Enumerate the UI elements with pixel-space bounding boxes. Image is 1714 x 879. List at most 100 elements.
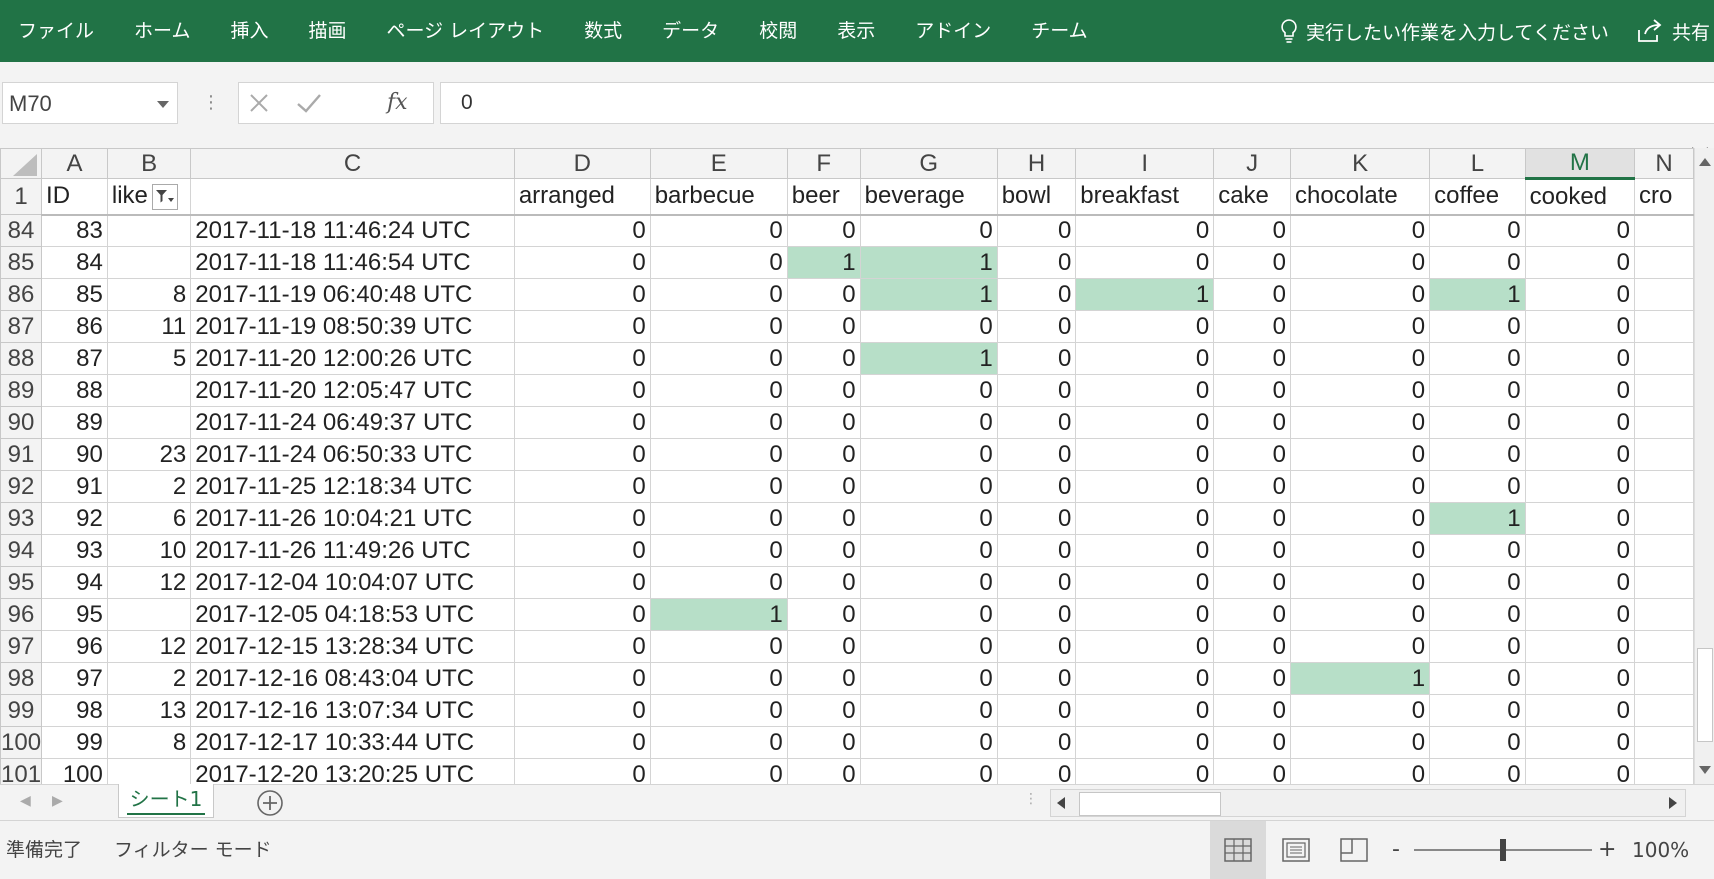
formula-bar-grip-icon[interactable]: ⋮	[202, 88, 220, 118]
column-header-k[interactable]: K	[1290, 148, 1431, 179]
cell[interactable]: cro	[1634, 178, 1694, 216]
horizontal-scrollbar[interactable]	[1050, 789, 1686, 817]
cell[interactable]: 0	[513, 470, 651, 503]
cell[interactable]: 0	[513, 278, 651, 311]
cell[interactable]: 0	[649, 470, 788, 503]
page-break-view-icon[interactable]	[1326, 821, 1382, 879]
cell[interactable]	[1634, 246, 1694, 279]
cell[interactable]: 1	[1075, 278, 1215, 311]
cell[interactable]: cake	[1213, 178, 1292, 216]
share-button[interactable]: 共有	[1636, 0, 1710, 62]
cell[interactable]: 0	[859, 438, 998, 471]
cell[interactable]: 0	[859, 662, 998, 695]
column-header-h[interactable]: H	[996, 148, 1077, 179]
cell[interactable]: arranged	[513, 178, 651, 216]
cell[interactable]: 0	[1524, 278, 1636, 311]
cell[interactable]: 0	[786, 758, 861, 784]
cell[interactable]: 11	[106, 310, 192, 343]
cell[interactable]: 0	[1213, 342, 1292, 375]
column-header-i[interactable]: I	[1075, 148, 1215, 179]
cell[interactable]: 0	[1290, 438, 1431, 471]
cell[interactable]: 0	[513, 758, 651, 784]
cell[interactable]: 2017-11-19 06:40:48 UTC	[190, 278, 515, 311]
cell[interactable]: 10	[106, 534, 192, 567]
cell[interactable]: 0	[1524, 406, 1636, 439]
row-header[interactable]: 95	[0, 566, 43, 599]
cell[interactable]: 0	[1429, 246, 1526, 279]
cell[interactable]: 0	[1290, 758, 1431, 784]
column-header-f[interactable]: F	[786, 148, 861, 179]
cell[interactable]: 0	[513, 662, 651, 695]
cell[interactable]	[1634, 374, 1694, 407]
cell[interactable]: 0	[786, 534, 861, 567]
cell[interactable]: 1	[859, 246, 998, 279]
cell[interactable]: 0	[1213, 438, 1292, 471]
cell[interactable]: 0	[1075, 566, 1215, 599]
cell[interactable]: 0	[1075, 310, 1215, 343]
row-header[interactable]: 86	[0, 278, 43, 311]
cell[interactable]: 5	[106, 342, 192, 375]
cell[interactable]: 0	[1290, 598, 1431, 631]
cell[interactable]: 0	[513, 598, 651, 631]
cell[interactable]	[1634, 310, 1694, 343]
cell[interactable]	[1634, 630, 1694, 663]
cell[interactable]: 0	[996, 566, 1077, 599]
next-sheet-icon[interactable]: ▶	[52, 793, 63, 809]
cell[interactable]: 0	[1524, 470, 1636, 503]
cell[interactable]: 0	[1075, 758, 1215, 784]
cell[interactable]: 0	[1429, 310, 1526, 343]
cell[interactable]: 2017-12-04 10:04:07 UTC	[190, 566, 515, 599]
cell[interactable]: 95	[41, 598, 108, 631]
cell[interactable]: 0	[1524, 214, 1636, 247]
cell[interactable]: 2017-12-05 04:18:53 UTC	[190, 598, 515, 631]
cell[interactable]: 0	[1213, 406, 1292, 439]
cell[interactable]: 0	[786, 470, 861, 503]
cell[interactable]: 0	[786, 694, 861, 727]
cell[interactable]: 0	[1429, 566, 1526, 599]
cell[interactable]: 0	[786, 406, 861, 439]
cell[interactable]: 0	[996, 598, 1077, 631]
tab-page-layout[interactable]: ページ レイアウト	[366, 0, 564, 62]
cell[interactable]: like	[106, 178, 192, 216]
cell[interactable]: 0	[1213, 694, 1292, 727]
cell[interactable]: 0	[996, 406, 1077, 439]
cell[interactable]: 0	[649, 566, 788, 599]
cell[interactable]: 0	[1075, 246, 1215, 279]
cell[interactable]: 0	[1075, 374, 1215, 407]
cell[interactable]: 88	[41, 374, 108, 407]
cell[interactable]	[1634, 758, 1694, 784]
cell[interactable]: 0	[996, 758, 1077, 784]
cell[interactable]: 0	[1429, 694, 1526, 727]
cell[interactable]	[1634, 342, 1694, 375]
cell[interactable]: 0	[1213, 278, 1292, 311]
cell[interactable]: 0	[1524, 662, 1636, 695]
cell[interactable]: 0	[996, 278, 1077, 311]
cell[interactable]: 84	[41, 246, 108, 279]
cell[interactable]: 0	[1290, 310, 1431, 343]
cell[interactable]: 0	[786, 726, 861, 759]
column-header-j[interactable]: J	[1213, 148, 1292, 179]
cell[interactable]: 0	[1429, 758, 1526, 784]
cell[interactable]: 0	[859, 726, 998, 759]
cell[interactable]: 90	[41, 438, 108, 471]
cell[interactable]: 2017-11-24 06:49:37 UTC	[190, 406, 515, 439]
zoom-out-icon[interactable]: -	[1392, 821, 1400, 879]
cell[interactable]	[106, 246, 192, 279]
cell[interactable]: 0	[1524, 310, 1636, 343]
cell[interactable]: 8	[106, 278, 192, 311]
cell[interactable]: 0	[859, 406, 998, 439]
cell[interactable]: 0	[1213, 470, 1292, 503]
cell[interactable]: 0	[1429, 726, 1526, 759]
cell[interactable]: 99	[41, 726, 108, 759]
tab-addins[interactable]: アドイン	[895, 0, 1011, 62]
cell[interactable]: 0	[996, 214, 1077, 247]
cell[interactable]: 0	[1290, 374, 1431, 407]
cell[interactable]: 0	[1524, 374, 1636, 407]
cell[interactable]: 0	[1075, 598, 1215, 631]
cell[interactable]: 2017-12-16 08:43:04 UTC	[190, 662, 515, 695]
cell[interactable]: 97	[41, 662, 108, 695]
cell[interactable]: 0	[1290, 534, 1431, 567]
cell[interactable]: coffee	[1429, 178, 1526, 216]
cell[interactable]	[106, 214, 192, 247]
cell[interactable]: 0	[996, 726, 1077, 759]
